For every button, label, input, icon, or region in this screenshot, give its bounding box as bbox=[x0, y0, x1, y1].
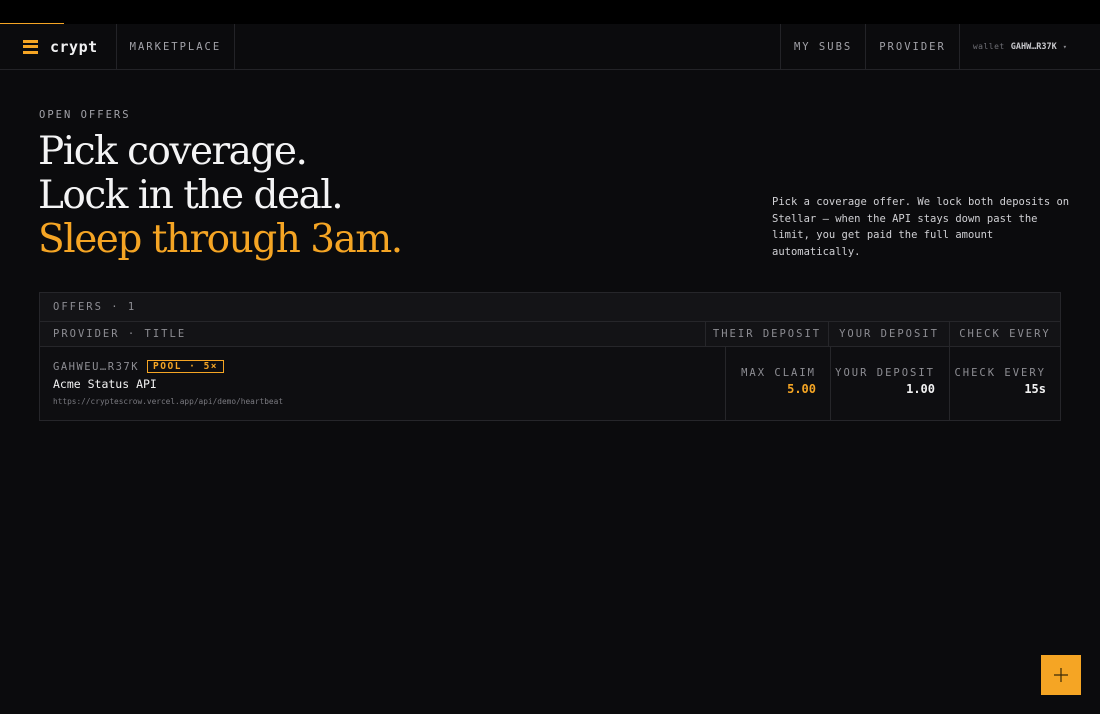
header-their-deposit: THEIR DEPOSIT bbox=[705, 322, 828, 346]
top-nav: crypt MARKETPLACE MY SUBS PROVIDER walle… bbox=[0, 24, 1100, 70]
offer-your-deposit-cell: YOUR DEPOSIT 1.00 bbox=[830, 347, 949, 420]
check-every-value: 15s bbox=[1024, 382, 1046, 396]
section-eyebrow: OPEN OFFERS bbox=[39, 109, 131, 121]
brand-name: crypt bbox=[50, 37, 98, 56]
wallet-menu[interactable]: wallet GAHW…R37K ▾ bbox=[960, 24, 1100, 69]
max-claim-label: MAX CLAIM bbox=[741, 367, 816, 379]
wallet-label: wallet bbox=[972, 42, 1005, 51]
header-your-deposit: YOUR DEPOSIT bbox=[828, 322, 949, 346]
offers-count: OFFERS · 1 bbox=[40, 293, 1060, 322]
header-provider-title: PROVIDER · TITLE bbox=[53, 328, 187, 340]
check-every-label: CHECK EVERY bbox=[954, 367, 1046, 379]
offer-max-claim-cell: MAX CLAIM 5.00 bbox=[725, 347, 830, 420]
pool-badge: POOL · 5× bbox=[147, 360, 225, 373]
top-strip bbox=[0, 0, 1100, 24]
offers-header-row: PROVIDER · TITLE THEIR DEPOSIT YOUR DEPO… bbox=[40, 322, 1060, 347]
offer-url: https://cryptescrow.vercel.app/api/demo/… bbox=[53, 397, 284, 406]
brand-home-link[interactable]: crypt bbox=[0, 24, 117, 69]
plus-icon bbox=[1054, 668, 1068, 682]
offer-provider-line: GAHWEU…R37K POOL · 5× bbox=[53, 360, 725, 373]
header-check-every: CHECK EVERY bbox=[949, 322, 1060, 346]
nav-right: MY SUBS PROVIDER wallet GAHW…R37K ▾ bbox=[779, 24, 1100, 69]
hero-headline: Pick coverage. Lock in the deal. Sleep t… bbox=[38, 129, 403, 262]
hero-intro: Pick a coverage offer. We lock both depo… bbox=[772, 196, 1070, 259]
hero-line-2: Lock in the deal. bbox=[38, 173, 344, 218]
offer-check-every-cell: CHECK EVERY 15s bbox=[949, 347, 1060, 420]
offers-table: OFFERS · 1 PROVIDER · TITLE THEIR DEPOSI… bbox=[39, 292, 1061, 421]
offer-row[interactable]: GAHWEU…R37K POOL · 5× Acme Status API ht… bbox=[40, 347, 1060, 420]
stacked-bars-logo-icon bbox=[23, 39, 38, 54]
max-claim-value: 5.00 bbox=[787, 382, 816, 396]
your-deposit-value: 1.00 bbox=[906, 382, 935, 396]
offer-provider-cell: GAHWEU…R37K POOL · 5× Acme Status API ht… bbox=[40, 347, 725, 420]
hero-line-1: Pick coverage. bbox=[38, 129, 308, 174]
chevron-down-icon: ▾ bbox=[1062, 42, 1067, 51]
add-offer-button[interactable] bbox=[1041, 655, 1081, 695]
offer-provider-id: GAHWEU…R37K bbox=[53, 360, 140, 373]
hero-line-3: Sleep through 3am. bbox=[38, 217, 403, 262]
nav-marketplace[interactable]: MARKETPLACE bbox=[117, 24, 236, 69]
wallet-address: GAHW…R37K bbox=[1010, 41, 1057, 52]
your-deposit-label: YOUR DEPOSIT bbox=[835, 367, 935, 379]
nav-provider[interactable]: PROVIDER bbox=[866, 24, 960, 69]
offer-title: Acme Status API bbox=[53, 377, 157, 391]
nav-my-subs[interactable]: MY SUBS bbox=[779, 24, 867, 69]
